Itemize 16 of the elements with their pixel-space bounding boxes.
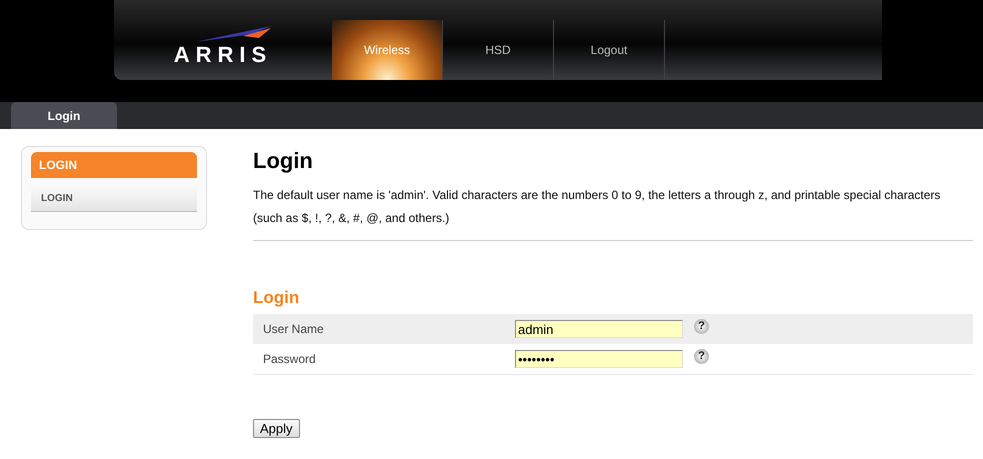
logo-text: ARRIS: [174, 44, 272, 66]
help-icon[interactable]: ?: [694, 318, 709, 334]
section-title: Login: [253, 288, 300, 308]
logo-swoosh-icon: [193, 24, 273, 44]
field-label: Password: [262, 352, 317, 366]
description-text: The default user name is 'admin'. Valid characters are the numbers 0 to 9, the letters a through z, and printable special characters (such as $, !, ?, &, #, @, and others.): [253, 187, 942, 227]
page-title: Login: [253, 148, 314, 174]
nav-tab[interactable]: Logout: [554, 20, 665, 80]
apply-button[interactable]: Apply: [253, 419, 300, 438]
page-tab[interactable]: Login: [11, 102, 117, 129]
help-icon[interactable]: ?: [694, 348, 709, 364]
input-field[interactable]: admin: [515, 320, 683, 338]
field-label: User Name: [262, 322, 325, 336]
input-field[interactable]: ••••••••: [515, 350, 683, 368]
sidebar-heading: LOGIN: [31, 152, 197, 178]
nav-tab[interactable]: HSD: [443, 20, 554, 80]
